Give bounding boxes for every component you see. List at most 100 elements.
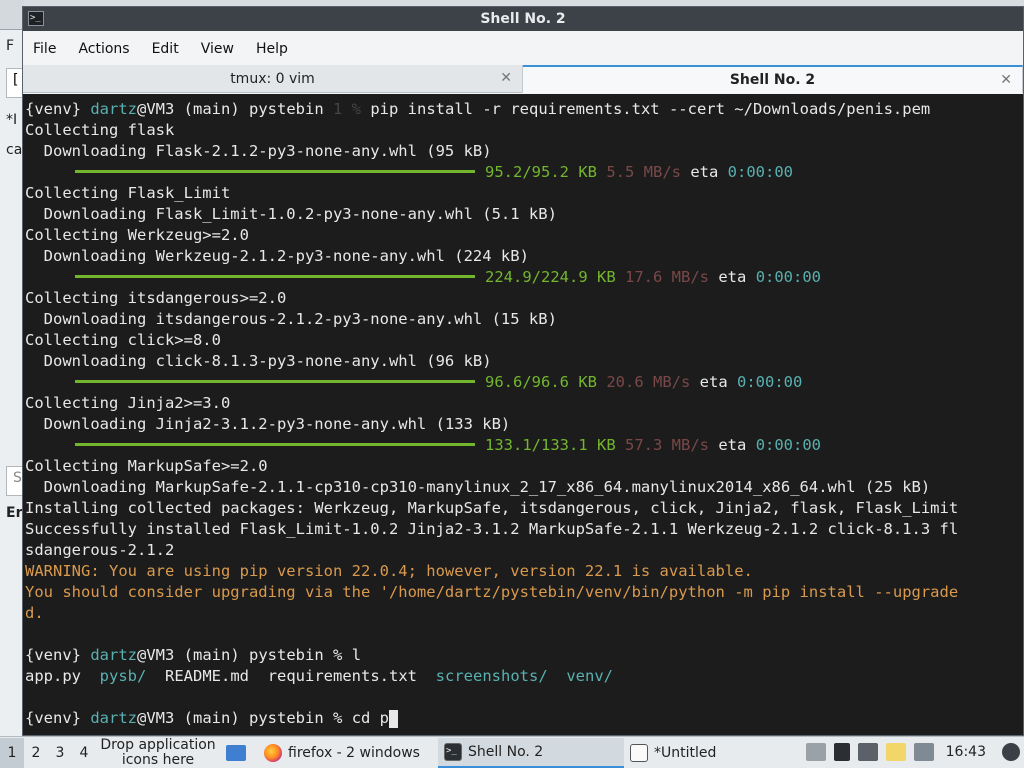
prompt-host: @VM3 (main) pystebin: [137, 709, 324, 727]
workspace-3[interactable]: 3: [48, 738, 72, 768]
progress-done: 224.9/224.9 KB: [485, 268, 616, 286]
terminal-line: Downloading Werkzeug-2.1.2-py3-none-any.…: [25, 246, 1023, 267]
prompt-venv: {venv}: [25, 646, 81, 664]
power-icon[interactable]: [1002, 743, 1020, 761]
terminal-line: Downloading MarkupSafe-2.1.1-cp310-cp310…: [25, 477, 1023, 498]
network-icon[interactable]: [857, 743, 878, 761]
progress-bar: [75, 170, 475, 173]
terminal-cursor: [389, 709, 399, 728]
terminal-line: Downloading click-8.1.3-py3-none-any.whl…: [25, 351, 1023, 372]
terminal-line: Collecting Flask_Limit: [25, 183, 1023, 204]
command-text: cd p: [351, 709, 390, 727]
progress-eta: 0:00:00: [755, 436, 822, 454]
progress-eta-label: eta: [718, 436, 747, 454]
directory-listing: app.py pysb/ README.md requirements.txt …: [25, 666, 1023, 687]
prompt-status: %: [333, 709, 343, 727]
prompt-user: dartz: [90, 709, 138, 727]
close-icon[interactable]: ✕: [500, 70, 512, 86]
terminal-line: Downloading itsdangerous-2.1.2-py3-none-…: [25, 309, 1023, 330]
menu-file[interactable]: File: [33, 41, 56, 57]
command-text: pip install -r requirements.txt --cert ~…: [370, 100, 931, 118]
progress-eta: 0:00:00: [755, 268, 822, 286]
listing-file: app.py: [25, 667, 81, 685]
notes-icon[interactable]: [885, 743, 906, 761]
clipboard-icon[interactable]: [805, 743, 826, 761]
menu-edit[interactable]: Edit: [152, 41, 179, 57]
output-text: Downloading Jinja2-3.1.2-py3-none-any.wh…: [25, 415, 511, 433]
background-window-titlebar[interactable]: [0, 0, 24, 30]
close-icon[interactable]: ✕: [1000, 72, 1012, 88]
warning-text: WARNING: You are using pip version 22.0.…: [25, 562, 753, 580]
firefox-icon: [264, 743, 282, 762]
progress-done: 96.6/96.6 KB: [485, 373, 597, 391]
task-shell-no-2[interactable]: >_ Shell No. 2: [438, 737, 624, 768]
tab-tmux-vim[interactable]: tmux: 0 vim ✕: [23, 65, 523, 93]
progress-line: 224.9/224.9 KB 17.6 MB/s eta 0:00:00: [25, 267, 1023, 288]
output-text: Collecting click>=8.0: [25, 331, 221, 349]
progress-line: 133.1/133.1 KB 57.3 MB/s eta 0:00:00: [25, 435, 1023, 456]
progress-eta: 0:00:00: [727, 163, 793, 181]
terminal-line: Collecting click>=8.0: [25, 330, 1023, 351]
volume-icon[interactable]: [833, 743, 850, 761]
output-text: Downloading Flask-2.1.2-py3-none-any.whl…: [25, 142, 492, 160]
progress-speed: 5.5 MB/s: [606, 163, 681, 181]
terminal-line: Successfully installed Flask_Limit-1.0.2…: [25, 519, 1023, 540]
window-titlebar[interactable]: >_ Shell No. 2: [23, 7, 1023, 31]
terminal-line: Collecting MarkupSafe>=2.0: [25, 456, 1023, 477]
tab-label: tmux: 0 vim: [230, 71, 315, 87]
prompt-venv: {venv}: [25, 709, 81, 727]
terminal-line: Downloading Jinja2-3.1.2-py3-none-any.wh…: [25, 414, 1023, 435]
menu-help[interactable]: Help: [256, 41, 288, 57]
show-desktop-button[interactable]: [220, 738, 258, 768]
chat-icon[interactable]: [913, 743, 934, 761]
window-title: Shell No. 2: [480, 11, 566, 27]
listing-dir: venv/: [566, 667, 613, 685]
task-untitled-editor[interactable]: *Untitled: [624, 738, 804, 768]
desktop-icon: [226, 744, 246, 761]
output-text: Successfully installed Flask_Limit-1.0.2…: [25, 520, 959, 538]
terminal-line: Downloading Flask_Limit-1.0.2-py3-none-a…: [25, 204, 1023, 225]
taskbar: 1 2 3 4 Drop application icons here fire…: [0, 736, 1024, 768]
progress-bar: [75, 380, 475, 383]
workspace-1[interactable]: 1: [0, 737, 24, 768]
background-window[interactable]: F [ *I ca S Er: [0, 0, 24, 736]
terminal-line: Collecting Werkzeug>=2.0: [25, 225, 1023, 246]
clock[interactable]: 16:43: [946, 744, 986, 760]
prompt-venv: {venv}: [25, 100, 81, 118]
workspace-4[interactable]: 4: [72, 738, 96, 768]
prompt-status: %: [333, 646, 343, 664]
progress-speed: 57.3 MB/s: [625, 436, 709, 454]
progress-speed: 20.6 MB/s: [606, 373, 691, 391]
warning-text: d.: [25, 604, 44, 622]
system-tray: 16:43: [802, 737, 1024, 767]
menu-view[interactable]: View: [201, 41, 234, 57]
output-text: Collecting flask: [25, 121, 175, 139]
terminal-command-line: {venv} dartz@VM3 (main) pystebin % cd p: [25, 708, 1023, 729]
progress-bar: [75, 275, 475, 278]
output-text: Downloading MarkupSafe-2.1.1-cp310-cp310…: [25, 478, 931, 496]
prompt-user: dartz: [90, 646, 138, 664]
progress-line: 96.6/96.6 KB 20.6 MB/s eta 0:00:00: [25, 372, 1023, 393]
tab-shell-no-2[interactable]: Shell No. 2 ✕: [523, 65, 1023, 93]
terminal-line: Collecting Jinja2>=3.0: [25, 393, 1023, 414]
output-text: Collecting MarkupSafe>=2.0: [25, 457, 268, 475]
terminal-icon: >_: [444, 742, 462, 761]
terminal-window[interactable]: >_ Shell No. 2 File Actions Edit View He…: [22, 6, 1024, 736]
listing-file: requirements.txt: [267, 667, 417, 685]
tab-label: Shell No. 2: [729, 72, 816, 88]
prompt-user: dartz: [90, 100, 138, 118]
task-firefox[interactable]: firefox - 2 windows: [258, 738, 438, 768]
text-editor-icon: [630, 743, 648, 762]
prompt-host: @VM3 (main) pystebin: [137, 646, 324, 664]
output-text: Downloading itsdangerous-2.1.2-py3-none-…: [25, 310, 557, 328]
progress-eta-label: eta: [718, 268, 747, 286]
progress-line: 95.2/95.2 KB 5.5 MB/s eta 0:00:00: [25, 162, 1023, 183]
task-label: firefox - 2 windows: [288, 744, 420, 761]
output-text: Collecting Werkzeug>=2.0: [25, 226, 249, 244]
terminal-output[interactable]: {venv} dartz@VM3 (main) pystebin 1 % pip…: [23, 94, 1023, 735]
workspace-2[interactable]: 2: [24, 738, 48, 768]
terminal-line: WARNING: You are using pip version 22.0.…: [25, 561, 1023, 582]
menu-actions[interactable]: Actions: [78, 41, 129, 57]
terminal-line: You should consider upgrading via the '/…: [25, 582, 1023, 603]
